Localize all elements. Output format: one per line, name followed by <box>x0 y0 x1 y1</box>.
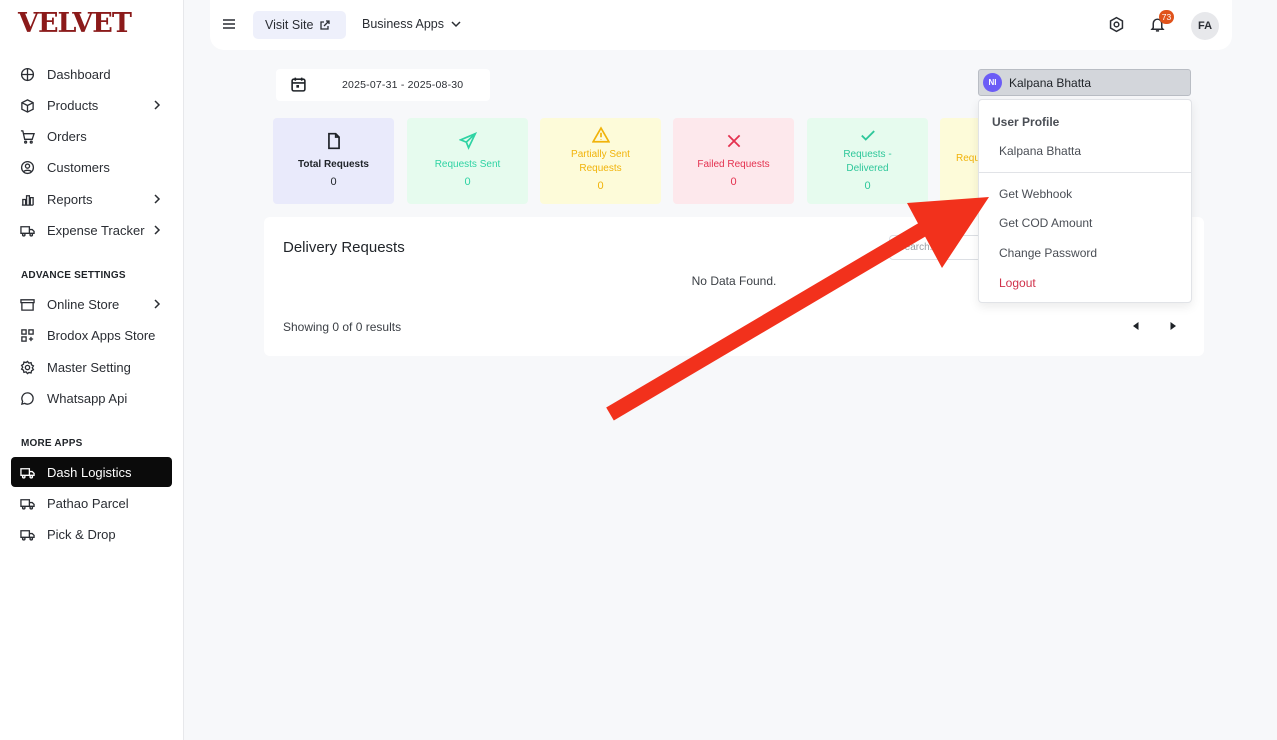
store-icon <box>19 296 35 312</box>
stat-card-value: 0 <box>597 180 604 192</box>
sidebar-item-label: Dash Logistics <box>47 464 132 480</box>
next-page-icon[interactable] <box>1168 321 1178 331</box>
visit-site-button[interactable]: Visit Site <box>253 11 346 39</box>
sidebar-item-master-setting[interactable]: Master Setting <box>11 352 172 382</box>
x-icon <box>727 134 740 148</box>
stat-card-requests-delivered: Requests - Delivered 0 <box>807 118 928 204</box>
sidebar-item-pick-drop[interactable]: Pick & Drop <box>11 519 172 549</box>
menu-item-get-webhook[interactable]: Get Webhook <box>999 187 1072 201</box>
chevron-right-icon <box>154 299 161 309</box>
stat-card-label: Total Requests <box>298 159 369 170</box>
cart-icon <box>19 128 35 144</box>
stat-card-value: 0 <box>464 176 471 188</box>
previous-page-icon[interactable] <box>1131 321 1141 331</box>
external-link-icon <box>320 20 331 30</box>
sidebar-item-label: Dashboard <box>47 66 111 82</box>
chart-icon <box>19 191 35 207</box>
check-icon <box>860 130 875 141</box>
user-select-name: Kalpana Bhatta <box>1009 76 1092 90</box>
business-apps-dropdown[interactable]: Business Apps <box>362 17 462 31</box>
stat-card-value: 0 <box>864 180 871 192</box>
sidebar-item-customers[interactable]: Customers <box>11 152 172 182</box>
menu-item-logout[interactable]: Logout <box>999 276 1036 290</box>
stat-card-total-requests: Total Requests 0 <box>273 118 394 204</box>
avatar[interactable]: FA <box>1191 12 1219 40</box>
sidebar-item-label: Whatsapp Api <box>47 390 128 406</box>
sidebar: VELVET Dashboard Products Orders Custome… <box>0 0 184 740</box>
notification-badge: 73 <box>1159 10 1174 24</box>
sidebar-item-label: Master Setting <box>47 359 131 375</box>
sidebar-item-dashboard[interactable]: Dashboard <box>11 59 172 89</box>
truck-icon <box>19 526 35 542</box>
stat-card-label: Failed Requests <box>697 159 770 170</box>
stat-card-label: Requests Sent <box>434 159 501 170</box>
pagination-summary: Showing 0 of 0 results <box>283 320 402 334</box>
sidebar-item-expense-tracker[interactable]: Expense Tracker <box>11 215 172 245</box>
sidebar-item-label: Expense Tracker <box>47 222 145 238</box>
stat-card-partially-sent: Partially Sent Requests 0 <box>540 118 661 204</box>
stat-card-failed-requests: Failed Requests 0 <box>673 118 794 204</box>
dashboard-icon <box>19 66 35 82</box>
dropdown-divider <box>979 172 1191 173</box>
stat-card-label: Requ <box>956 153 980 164</box>
chevron-right-icon <box>154 225 161 235</box>
calendar-icon <box>291 77 306 92</box>
stat-card-value: 0 <box>730 176 737 188</box>
box-icon <box>19 97 35 113</box>
sidebar-item-label: Reports <box>47 191 93 207</box>
sidebar-item-dash-logistics[interactable]: Dash Logistics <box>11 457 172 487</box>
menu-item-get-cod-amount[interactable]: Get COD Amount <box>999 216 1092 230</box>
chat-icon <box>19 390 35 406</box>
menu-item-change-password[interactable]: Change Password <box>999 246 1097 260</box>
sidebar-item-label: Pathao Parcel <box>47 495 129 511</box>
user-dropdown-menu: User Profile Kalpana Bhatta Get Webhook … <box>978 99 1192 303</box>
sidebar-item-label: Customers <box>47 159 110 175</box>
truck-icon <box>19 222 35 238</box>
date-range-picker[interactable]: 2025-07-31 - 2025-08-30 <box>276 69 490 101</box>
dropdown-user-name: Kalpana Bhatta <box>999 144 1082 158</box>
chevron-down-icon <box>451 21 461 28</box>
stat-card-label: Requests - Delivered <box>843 149 892 174</box>
sidebar-item-label: Products <box>47 97 99 113</box>
truck-icon <box>19 495 35 511</box>
user-initials-badge: NI <box>983 73 1002 92</box>
visit-site-label: Visit Site <box>265 18 314 32</box>
sidebar-item-whatsapp-api[interactable]: Whatsapp Api <box>11 383 172 413</box>
settings-icon[interactable] <box>1108 16 1125 33</box>
stat-card-label: Partially Sent Requests <box>571 149 630 174</box>
section-label-more-apps: MORE APPS <box>21 438 83 449</box>
user-icon <box>19 159 35 175</box>
user-select[interactable]: NI Kalpana Bhatta <box>978 69 1191 96</box>
date-range-text: 2025-07-31 - 2025-08-30 <box>342 79 464 91</box>
panel-title: Delivery Requests <box>283 239 405 256</box>
sidebar-item-products[interactable]: Products <box>11 90 172 120</box>
stat-card-value: 0 <box>330 176 337 188</box>
search-input[interactable]: Search... <box>889 235 984 260</box>
dropdown-header: User Profile <box>992 115 1060 129</box>
business-apps-label: Business Apps <box>362 17 444 31</box>
chevron-right-icon <box>154 100 161 110</box>
sidebar-item-online-store[interactable]: Online Store <box>11 289 172 319</box>
sidebar-item-orders[interactable]: Orders <box>11 121 172 151</box>
top-bar: Visit Site Business Apps 73 FA <box>210 0 1232 50</box>
send-icon <box>458 132 477 150</box>
chevron-right-icon <box>154 194 161 204</box>
sidebar-item-pathao-parcel[interactable]: Pathao Parcel <box>11 488 172 518</box>
sidebar-item-label: Pick & Drop <box>47 526 116 542</box>
hamburger-menu-icon[interactable] <box>222 17 236 31</box>
stat-card-requests-sent: Requests Sent 0 <box>407 118 528 204</box>
section-label-advance: ADVANCE SETTINGS <box>21 270 126 281</box>
truck-icon <box>19 464 35 480</box>
sidebar-item-label: Brodox Apps Store <box>47 327 156 343</box>
apps-icon <box>19 327 35 343</box>
gear-icon <box>19 359 35 375</box>
sidebar-item-label: Orders <box>47 128 87 144</box>
sidebar-item-label: Online Store <box>47 296 120 312</box>
sidebar-item-brodox-apps-store[interactable]: Brodox Apps Store <box>11 320 172 350</box>
brand-logo[interactable]: VELVET <box>18 8 132 39</box>
sidebar-item-reports[interactable]: Reports <box>11 184 172 214</box>
file-icon <box>327 132 340 150</box>
warning-icon <box>591 126 610 143</box>
